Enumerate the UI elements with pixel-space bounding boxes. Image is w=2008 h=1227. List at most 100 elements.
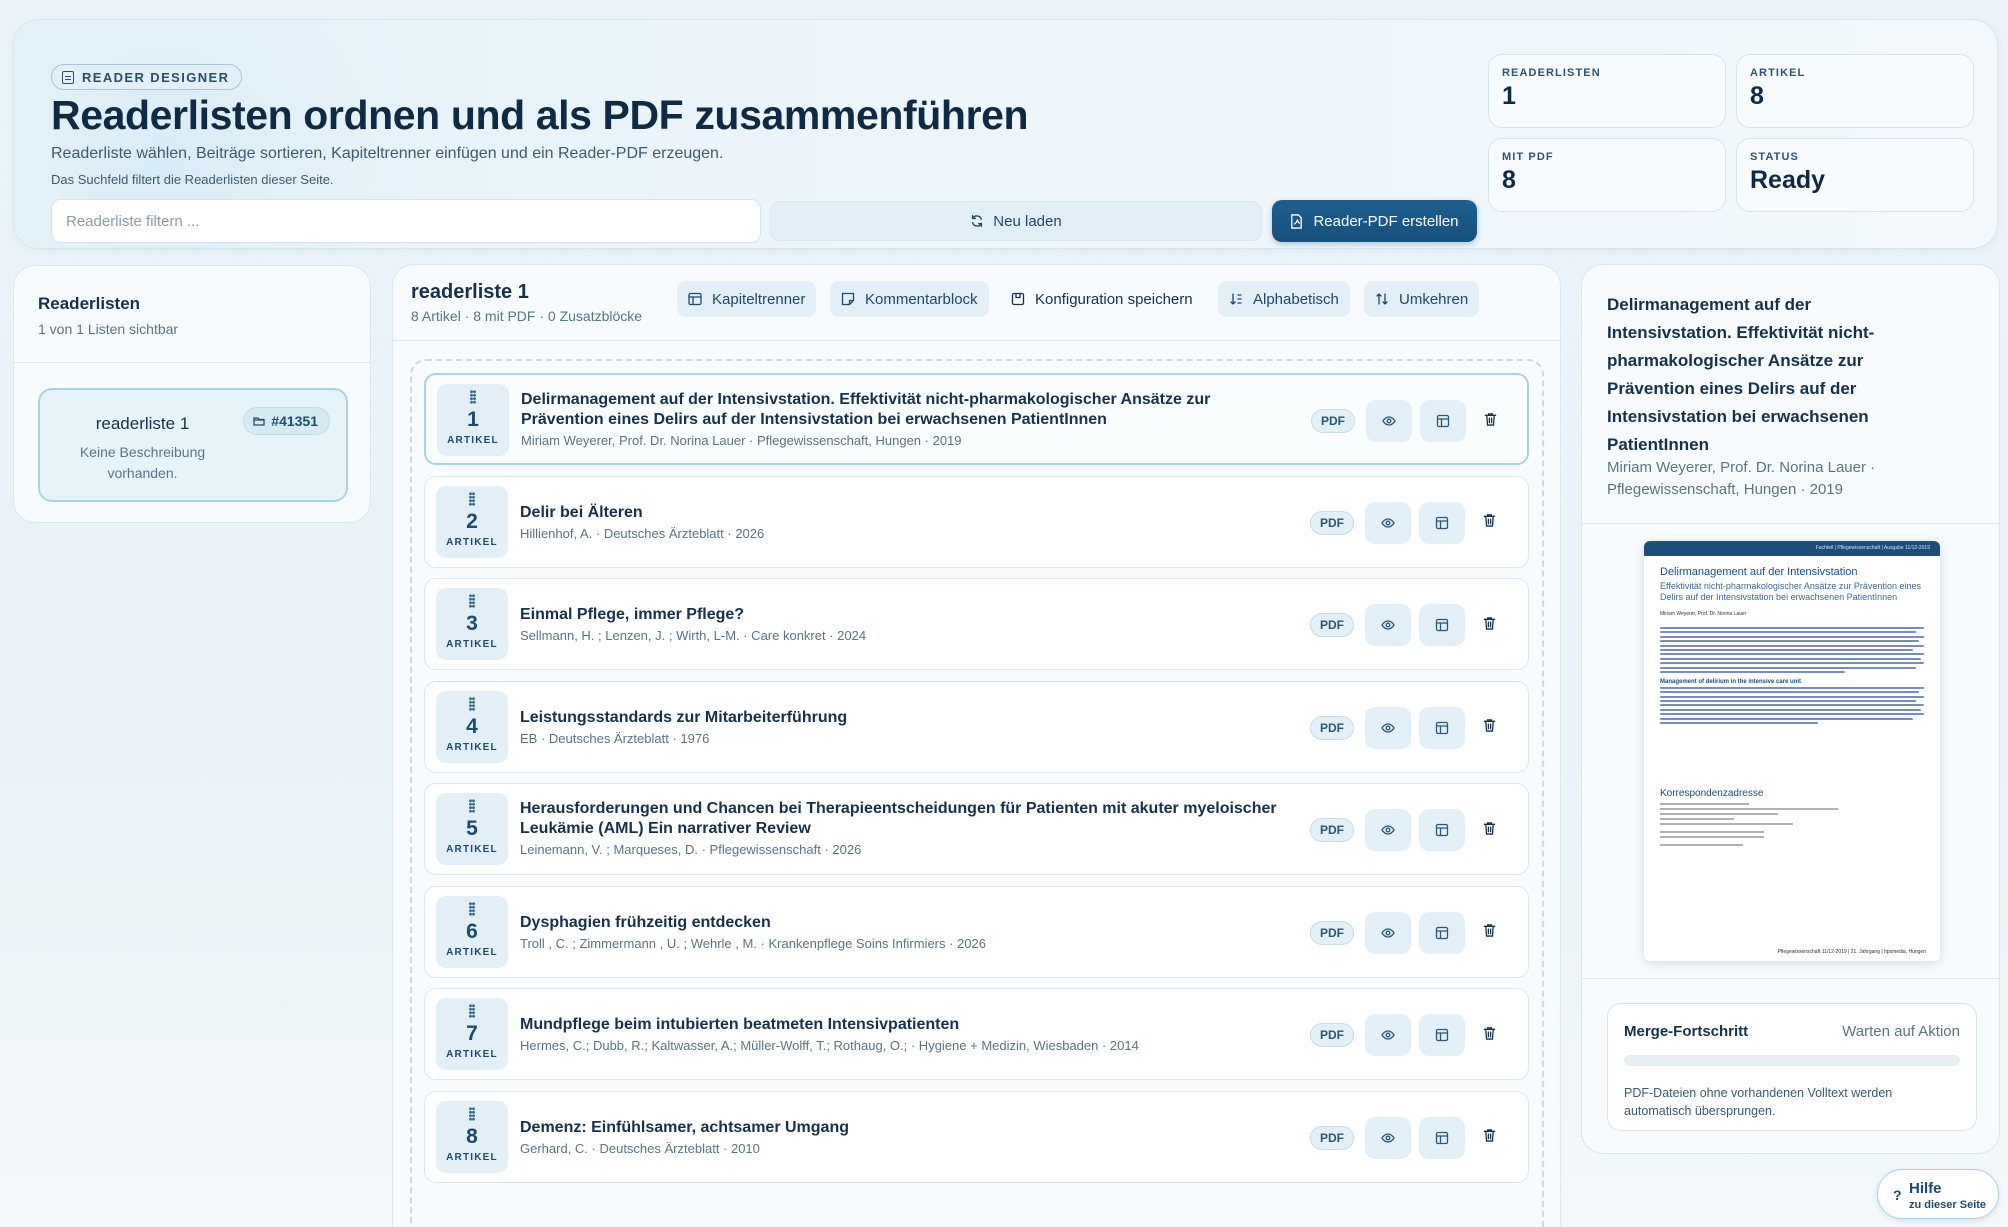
preview-button[interactable] [1365, 604, 1411, 646]
help-button[interactable]: ? Hilfe zu dieser Seite [1877, 1169, 1999, 1219]
article-label: ARTIKEL [446, 1151, 498, 1163]
create-label: Reader-PDF erstellen [1313, 212, 1459, 230]
delete-button[interactable] [1482, 410, 1498, 428]
drag-handle-icon[interactable] [469, 1004, 475, 1018]
delete-button[interactable] [1481, 1127, 1497, 1145]
article-label: ARTIKEL [446, 1049, 498, 1060]
merge-status: Warten auf Aktion [1842, 1023, 1960, 1040]
article-title: Delir bei Älteren [520, 503, 643, 521]
preview-button[interactable] [1365, 911, 1411, 954]
drag-handle-icon[interactable] [469, 594, 475, 608]
stat-label: READERLISTEN [1502, 67, 1601, 79]
article-position[interactable]: 4 ARTIKEL [436, 690, 508, 763]
preview-button[interactable] [1365, 1116, 1411, 1159]
article-position[interactable]: 3 ARTIKEL [436, 588, 508, 660]
article-label: ARTIKEL [447, 435, 499, 446]
delete-button[interactable] [1481, 512, 1497, 530]
details-button[interactable] [1419, 911, 1465, 954]
preview-meta: Miriam Weyerer, Prof. Dr. Norina Lauer ·… [1607, 459, 1876, 498]
badge-label: READER DESIGNER [82, 69, 230, 85]
article-position[interactable]: 6 ARTIKEL [436, 895, 508, 968]
reader-designer-badge: READER DESIGNER [51, 64, 243, 90]
preview-button[interactable] [1365, 501, 1411, 544]
reverse-order-button[interactable]: Umkehren [1364, 281, 1480, 317]
delete-button[interactable] [1481, 819, 1497, 837]
details-button[interactable] [1419, 706, 1465, 749]
details-button[interactable] [1419, 1014, 1465, 1056]
delete-button[interactable] [1481, 1024, 1497, 1042]
eye-icon [1381, 722, 1395, 733]
article-position[interactable]: 2 ARTIKEL [436, 485, 508, 558]
drag-handle-icon[interactable] [469, 491, 475, 506]
file-pdf-icon [1291, 213, 1303, 229]
help-icon: ? [1893, 1187, 1902, 1203]
trash-icon [1483, 1026, 1495, 1040]
article-position[interactable]: 8 ARTIKEL [436, 1100, 508, 1173]
readerlist-filter-input[interactable] [51, 199, 761, 243]
details-button[interactable] [1419, 1116, 1465, 1159]
article-meta: Hermes, C.; Dubb, R.; Kaltwasser, A.; Mü… [520, 1038, 1139, 1053]
table-icon [1435, 1028, 1449, 1042]
drag-handle-icon[interactable] [469, 696, 475, 711]
details-button[interactable] [1419, 604, 1465, 646]
list-title: readerliste 1 [411, 281, 529, 303]
article-number: 1 [467, 408, 479, 431]
drag-handle-icon[interactable] [469, 901, 475, 916]
article-meta: Hillienhof, A. · Deutsches Ärzteblatt · … [520, 525, 765, 541]
article-row[interactable]: 5 ARTIKEL Herausforderungen und Chancen be… [424, 783, 1529, 875]
delete-button[interactable] [1481, 614, 1497, 632]
delete-button[interactable] [1481, 717, 1497, 735]
table-icon [1435, 926, 1449, 939]
save-config-button[interactable]: Konfiguration speichern [1000, 281, 1204, 317]
eye-icon [1381, 620, 1395, 630]
pdf-badge: PDF [1310, 818, 1354, 842]
stat-status: STATUS Ready [1736, 138, 1974, 212]
preview-button[interactable] [1365, 706, 1411, 749]
pdf-badge: PDF [1310, 1023, 1354, 1047]
drag-handle-icon[interactable] [470, 390, 476, 404]
article-number: 5 [466, 817, 478, 840]
swap-vertical-icon [1376, 293, 1388, 305]
pdf-badge: PDF [1311, 409, 1355, 433]
preview-button[interactable] [1365, 1014, 1411, 1056]
article-row[interactable]: 7 ARTIKEL Mundpflege beim intubierten beat… [424, 988, 1529, 1080]
eye-icon [1381, 927, 1395, 938]
details-button[interactable] [1419, 501, 1465, 544]
article-position[interactable]: 5 ARTIKEL [436, 793, 508, 865]
article-row[interactable]: 4 ARTIKEL Leistungsstandards zur Mitarbeit… [424, 680, 1529, 773]
stat-value: Ready [1750, 166, 1826, 194]
article-row[interactable]: 3 ARTIKEL Einmal Pflege, immer Pflege? Sell… [424, 578, 1529, 670]
article-row[interactable]: 8 ARTIKEL Demenz: Einfühlsamer, achtsamer … [424, 1090, 1529, 1183]
thumbnail-heading: Delirmanagement auf der Intensivstation [1660, 566, 1858, 578]
comment-block-button[interactable]: Kommentarblock [830, 281, 989, 317]
drag-handle-icon[interactable] [469, 799, 475, 813]
create-reader-pdf-button[interactable]: Reader-PDF erstellen [1272, 200, 1477, 242]
page-title: Readerlisten ordnen und als PDF zusammen… [51, 92, 1029, 138]
table-icon [1435, 516, 1449, 529]
article-title: Dysphagien frühzeitig entdecken [520, 913, 771, 931]
chapter-divider-button[interactable]: Kapiteltrenner [677, 281, 817, 317]
pdf-thumbnail[interactable]: Fachteil | Pflegewissenschaft | Ausgabe … [1644, 541, 1940, 961]
details-button[interactable] [1419, 809, 1465, 851]
delete-button[interactable] [1481, 922, 1497, 940]
article-position[interactable]: 1 ARTIKEL [437, 384, 509, 456]
reload-button[interactable]: Neu laden [770, 201, 1262, 241]
readerlist-card[interactable]: readerliste 1 Keine Beschreibung vorhand… [38, 388, 348, 502]
article-row[interactable]: 6 ARTIKEL Dysphagien frühzeitig entdecken T… [424, 885, 1529, 978]
help-label: Hilfe [1909, 1180, 1942, 1197]
preview-button[interactable] [1366, 400, 1412, 442]
article-title: Einmal Pflege, immer Pflege? [520, 606, 745, 623]
article-number: 7 [466, 1022, 478, 1045]
drag-handle-icon[interactable] [469, 1106, 475, 1121]
table-icon [1435, 823, 1449, 837]
article-row[interactable]: 1 ARTIKEL Delirmanagement auf der Intensiv… [424, 373, 1529, 465]
sort-alphabetical-button[interactable]: Alphabetisch [1218, 281, 1350, 317]
article-title: Demenz: Einfühlsamer, achtsamer Umgang [520, 1118, 849, 1136]
trash-icon [1483, 924, 1495, 937]
table-icon [1435, 721, 1449, 734]
article-row[interactable]: 2 ARTIKEL Delir bei Älteren Hillienhof, A. … [424, 475, 1529, 568]
details-button[interactable] [1420, 400, 1466, 442]
help-sublabel: zu dieser Seite [1909, 1199, 1987, 1211]
article-position[interactable]: 7 ARTIKEL [436, 998, 508, 1070]
preview-button[interactable] [1365, 809, 1411, 851]
